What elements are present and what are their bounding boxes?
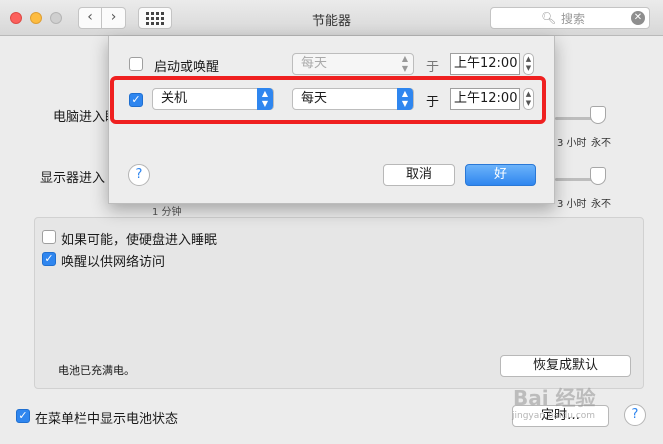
row1-frequency-value: 每天 (301, 56, 328, 71)
tick-never: 永不 (591, 138, 611, 149)
row1-time-field[interactable]: 上午12:00 (450, 53, 520, 75)
tick-3-hours: 3 小时 (557, 138, 587, 149)
hard-disk-sleep-label: 如果可能，使硬盘进入睡眠 (61, 233, 218, 248)
clear-search-icon[interactable]: ✕ (631, 11, 645, 25)
sheet-help-button[interactable]: ? (128, 164, 150, 186)
wake-network-label: 唤醒以供网络访问 (61, 255, 166, 270)
cancel-button[interactable]: 取消 (383, 164, 455, 186)
computer-sleep-slider-knob[interactable] (590, 106, 606, 124)
startup-wake-checkbox[interactable] (129, 57, 143, 71)
row1-frequency-popup[interactable]: 每天 ▲ ▼ (292, 53, 414, 75)
tick-3-hours-display: 3 小时 (557, 199, 587, 210)
title-bar: ‹ › 节能器 🔍︎ 搜索 ✕ (0, 0, 663, 36)
partial-tick-label: 1 分钟 (152, 207, 182, 218)
ok-button[interactable]: 好 (465, 164, 536, 186)
tick-never-display: 永不 (591, 199, 611, 210)
row1-time-stepper[interactable]: ▲ ▼ (523, 53, 534, 75)
display-sleep-label: 显示器进入 (40, 171, 106, 186)
search-placeholder: 搜索 (561, 12, 586, 26)
magnifier-icon: 🔍︎ (541, 11, 557, 25)
show-battery-status-label: 在菜单栏中显示电池状态 (35, 412, 179, 427)
highlight-annotation (110, 76, 546, 124)
display-sleep-slider-knob[interactable] (590, 167, 606, 185)
watermark-url: jingyan.baidu.com (512, 411, 596, 421)
wake-network-checkbox[interactable]: ✓ (42, 252, 56, 266)
startup-wake-label: 启动或唤醒 (154, 60, 220, 75)
search-field[interactable]: 🔍︎ 搜索 ✕ (490, 7, 650, 29)
show-battery-status-checkbox[interactable]: ✓ (16, 409, 30, 423)
hard-disk-sleep-checkbox[interactable] (42, 230, 56, 244)
battery-status-text: 电池已充满电。 (58, 364, 135, 377)
row1-at-label: 于 (426, 60, 440, 75)
restore-defaults-button[interactable]: 恢复成默认 (500, 355, 631, 377)
updown-arrow-icon: ▲ ▼ (401, 54, 409, 73)
